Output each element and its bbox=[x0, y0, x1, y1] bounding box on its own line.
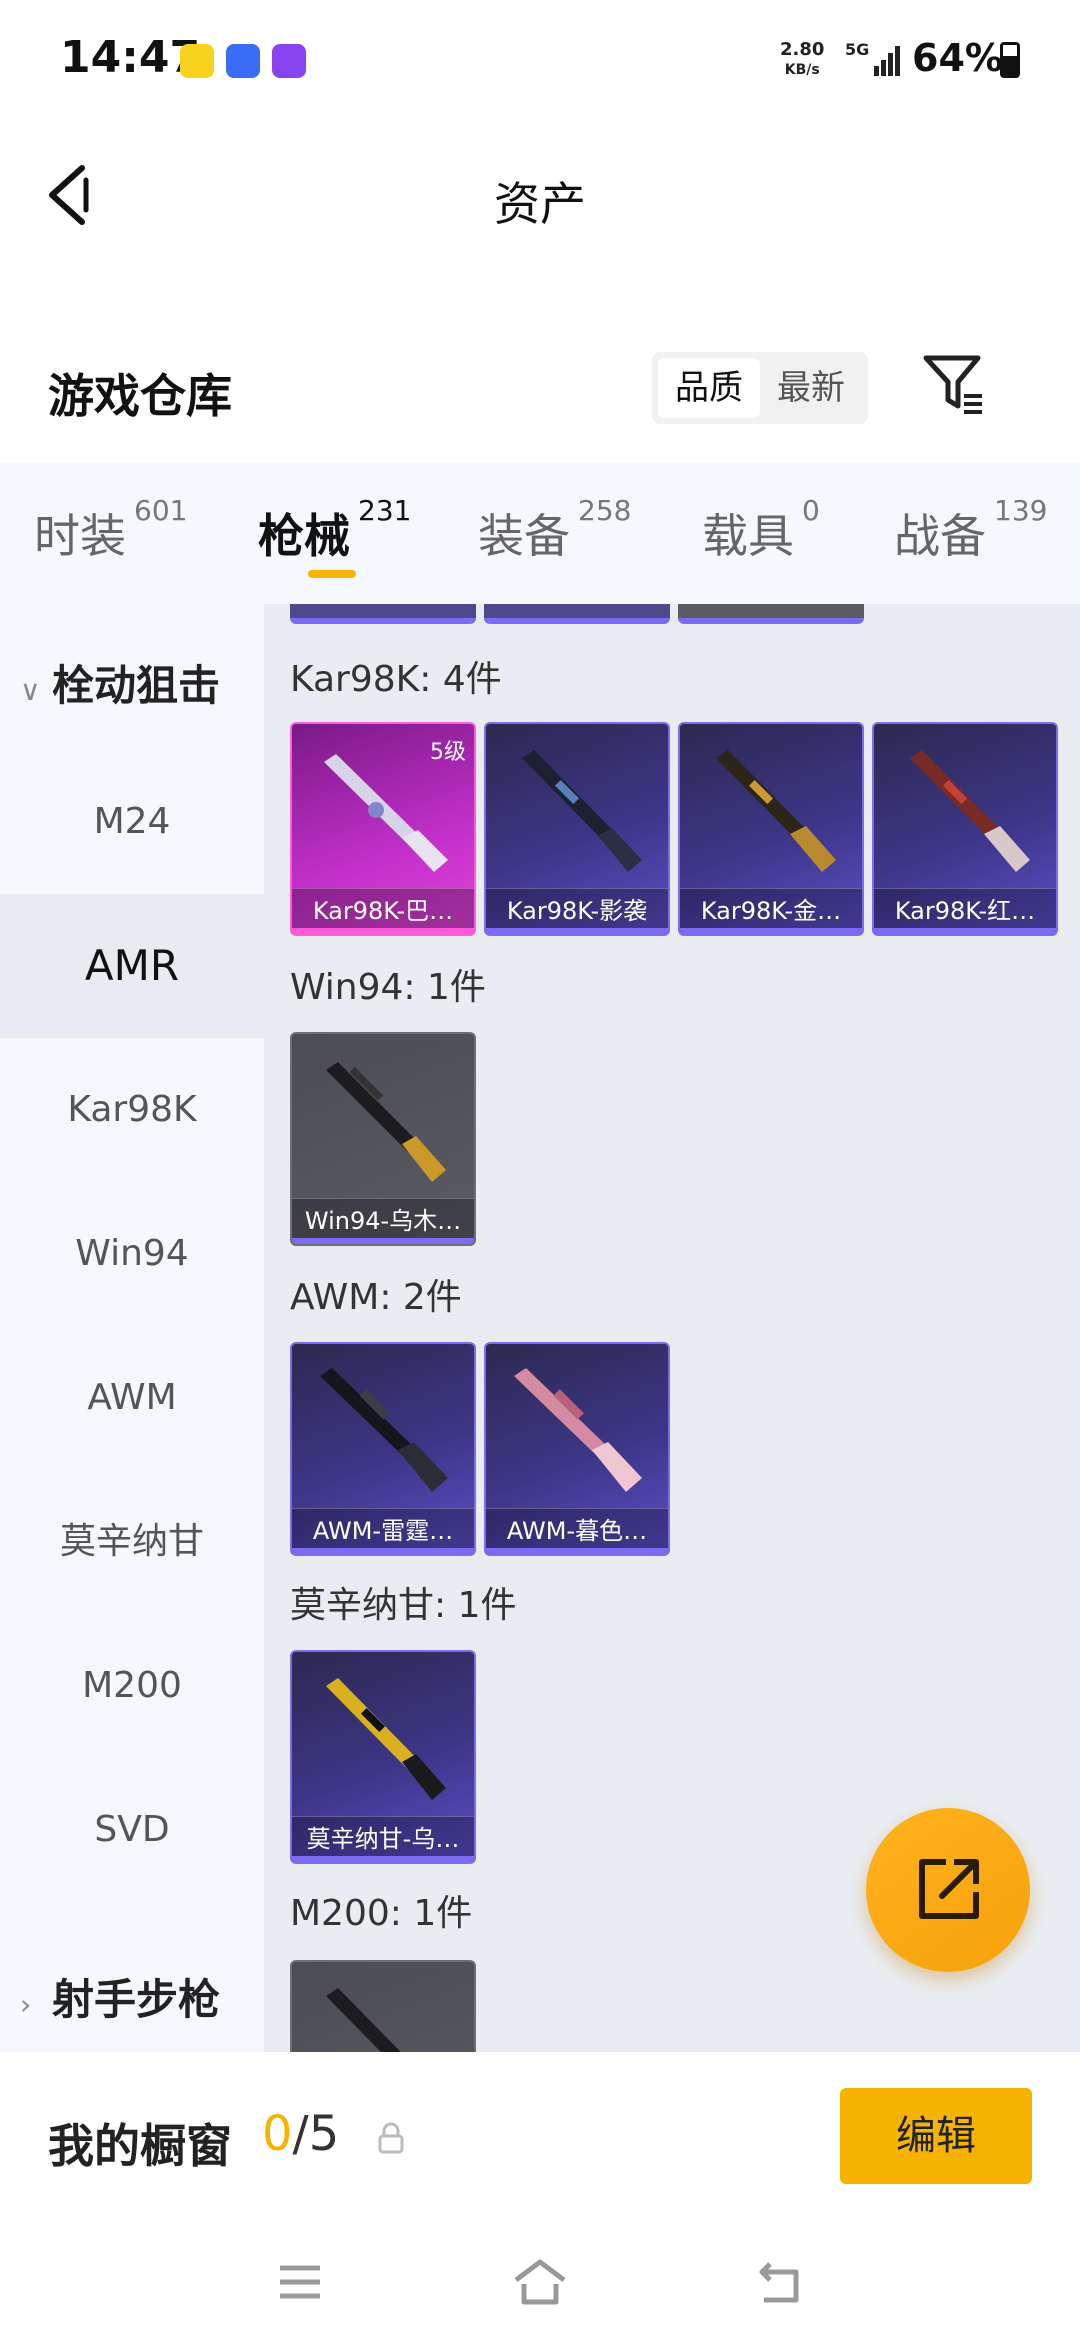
weapon-card[interactable]: 莫辛纳甘-乌… bbox=[290, 1650, 476, 1864]
battery-icon bbox=[1000, 42, 1020, 78]
showcase-count: 0/5 bbox=[262, 2106, 340, 2162]
weapon-card[interactable]: AWM-暮色… bbox=[484, 1342, 670, 1556]
sort-toggle: 品质 最新 bbox=[652, 352, 868, 424]
tab-equipment[interactable]: 装备 258 bbox=[478, 494, 631, 566]
group-label-awm: AWM: 2件 bbox=[290, 1277, 462, 1318]
weapon-card[interactable]: Kar98K-红… bbox=[872, 722, 1058, 936]
battery-level: 64% bbox=[912, 36, 1003, 80]
tab-fashion[interactable]: 时装 601 bbox=[34, 494, 187, 566]
sidebar-item-amr[interactable]: AMR bbox=[0, 894, 264, 1038]
weapon-card[interactable]: AWM-雷霆… bbox=[290, 1342, 476, 1556]
active-tab-indicator bbox=[308, 570, 356, 578]
weapon-card[interactable]: Win94-乌木… bbox=[290, 1032, 476, 1246]
weapon-sidebar: ∨ 栓动狙击 M24 AMR Kar98K Win94 AWM 莫辛纳甘 M200… bbox=[0, 604, 264, 2052]
warehouse-title: 游戏仓库 bbox=[48, 369, 232, 423]
group-label-m200: M200: 1件 bbox=[290, 1893, 473, 1934]
tab-guns[interactable]: 枪械 231 bbox=[258, 494, 411, 566]
share-button[interactable] bbox=[866, 1808, 1030, 1972]
rifle-icon bbox=[514, 1368, 642, 1492]
rifle-icon bbox=[716, 750, 836, 872]
weapon-card[interactable] bbox=[290, 1960, 476, 2052]
lock-icon bbox=[378, 2122, 404, 2154]
weapon-name: AWM-暮色… bbox=[486, 1508, 668, 1554]
sort-latest[interactable]: 最新 bbox=[760, 358, 862, 418]
partial-card bbox=[290, 604, 476, 624]
rifle-icon bbox=[324, 754, 448, 872]
showcase-label: 我的橱窗 bbox=[48, 2119, 232, 2173]
weapon-name: 莫辛纳甘-乌… bbox=[292, 1816, 474, 1862]
rifle-icon bbox=[326, 1988, 401, 2052]
weapon-name: Kar98K-巴… bbox=[292, 888, 474, 934]
weapon-name: Kar98K-红… bbox=[874, 888, 1056, 934]
weapon-name: AWM-雷霆… bbox=[292, 1508, 474, 1554]
tab-supplies[interactable]: 战备 139 bbox=[894, 494, 1047, 566]
assistant-notification-icon bbox=[272, 44, 306, 78]
sidebar-category-marksman[interactable]: › 射手步枪 bbox=[20, 1966, 220, 2027]
status-bar: 14:47 2.80 KB/s 5G 64% bbox=[0, 0, 1080, 120]
sidebar-item-svd[interactable]: SVD bbox=[0, 1758, 264, 1902]
weapon-name: Kar98K-金… bbox=[680, 888, 862, 934]
net-speed: 2.80 KB/s bbox=[780, 39, 825, 79]
sidebar-item-kar98k[interactable]: Kar98K bbox=[0, 1038, 264, 1182]
sidebar-item-m24[interactable]: M24 bbox=[0, 750, 264, 894]
chevron-down-icon: ∨ bbox=[20, 674, 41, 707]
filter-icon[interactable] bbox=[920, 350, 990, 420]
weapon-card[interactable]: Kar98K-影袭 bbox=[484, 722, 670, 936]
rifle-icon bbox=[522, 750, 642, 872]
back-nav-icon[interactable] bbox=[752, 2258, 808, 2306]
chevron-right-icon: › bbox=[20, 1988, 32, 2021]
sidebar-item-m200[interactable]: M200 bbox=[0, 1614, 264, 1758]
sidebar-item-win94[interactable]: Win94 bbox=[0, 1182, 264, 1326]
vivo-notification-icon bbox=[226, 44, 260, 78]
rifle-icon bbox=[326, 1062, 446, 1182]
sidebar-item-mosin[interactable]: 莫辛纳甘 bbox=[0, 1470, 264, 1614]
system-nav-bar bbox=[0, 2222, 1080, 2344]
group-label-mosin: 莫辛纳甘: 1件 bbox=[290, 1585, 517, 1626]
edit-button[interactable]: 编辑 bbox=[840, 2088, 1032, 2184]
weapon-card[interactable]: Kar98K-金… bbox=[678, 722, 864, 936]
weapon-card[interactable]: 5级 Kar98K-巴… bbox=[290, 722, 476, 936]
sidebar-item-awm[interactable]: AWM bbox=[0, 1326, 264, 1470]
app-notification-icon bbox=[180, 44, 214, 78]
menu-icon[interactable] bbox=[276, 2258, 324, 2306]
home-icon[interactable] bbox=[512, 2258, 568, 2306]
rifle-icon bbox=[320, 1368, 448, 1492]
signal-icon bbox=[874, 46, 900, 76]
sort-quality[interactable]: 品质 bbox=[658, 358, 760, 418]
partial-card bbox=[678, 604, 864, 624]
rifle-icon bbox=[326, 1678, 446, 1800]
page-title: 资产 bbox=[494, 177, 586, 231]
sidebar-category-bolt-action[interactable]: ∨ 栓动狙击 bbox=[20, 652, 220, 713]
weapon-name: Win94-乌木… bbox=[292, 1198, 474, 1244]
weapon-name: Kar98K-影袭 bbox=[486, 888, 668, 934]
showcase-bar: 我的橱窗 0/5 编辑 bbox=[0, 2052, 1080, 2222]
tab-vehicles[interactable]: 载具 0 bbox=[702, 494, 820, 566]
share-icon bbox=[919, 1859, 979, 1919]
partial-card bbox=[484, 604, 670, 624]
category-tabs: 时装 601 枪械 231 装备 258 载具 0 战备 139 bbox=[0, 462, 1080, 604]
rifle-icon bbox=[910, 750, 1030, 872]
group-label-kar98k: Kar98K: 4件 bbox=[290, 659, 502, 700]
group-label-win94: Win94: 1件 bbox=[290, 967, 486, 1008]
